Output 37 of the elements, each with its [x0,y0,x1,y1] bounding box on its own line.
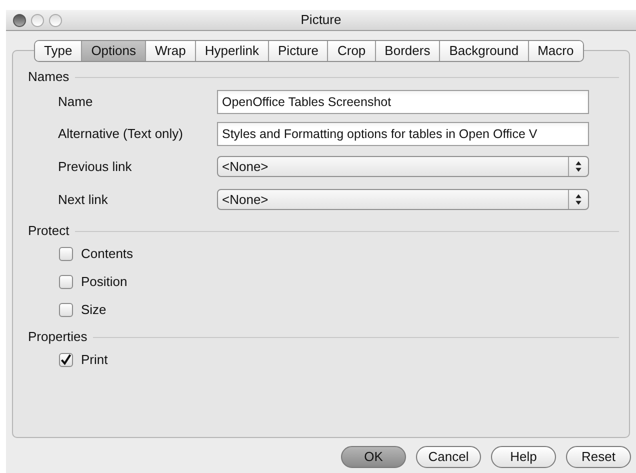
section-heading: Names [28,68,70,86]
field-label: Previous link [57,158,133,176]
tab[interactable]: Type [35,41,82,61]
tab[interactable]: Macro [528,41,583,61]
dialog-button[interactable]: Cancel [416,446,481,468]
close-icon[interactable] [13,14,26,26]
field-label: Alternative (Text only) [57,125,184,144]
checkbox-label: Size [81,301,106,320]
window-title: Picture [300,11,342,30]
tab[interactable]: Wrap [145,41,195,61]
section-heading: Protect [28,222,70,240]
checkbox[interactable] [59,247,73,261]
text-field[interactable]: Styles and Formatting options for tables in Open Office V [217,122,589,146]
checkmark-icon [60,353,72,367]
checkbox-label: Contents [81,245,134,264]
tab[interactable]: Options [81,41,145,61]
dialog-button[interactable]: OK [341,446,406,468]
dropdown[interactable]: <None> [217,156,589,177]
minimize-icon[interactable] [31,14,44,26]
tab[interactable]: Hyperlink [194,41,268,61]
checkbox-label: Position [81,273,128,292]
field-label: Name [57,93,94,112]
dialog-button[interactable]: Reset [566,446,631,468]
tab[interactable]: Picture [268,41,328,61]
field-label: Next link [57,190,109,209]
tab[interactable]: Crop [327,41,375,61]
tab[interactable]: Background [439,41,528,61]
checkbox[interactable] [59,303,73,317]
dialog-button[interactable]: Help [491,446,556,468]
text-field[interactable]: OpenOffice Tables Screenshot [217,90,589,114]
zoom-icon[interactable] [49,14,62,26]
dropdown[interactable]: <None> [217,189,589,210]
tab[interactable]: Borders [374,41,440,61]
checkbox[interactable] [59,275,73,289]
section-heading: Properties [28,328,88,346]
checkbox[interactable] [59,353,73,367]
checkbox-label: Print [81,351,108,370]
